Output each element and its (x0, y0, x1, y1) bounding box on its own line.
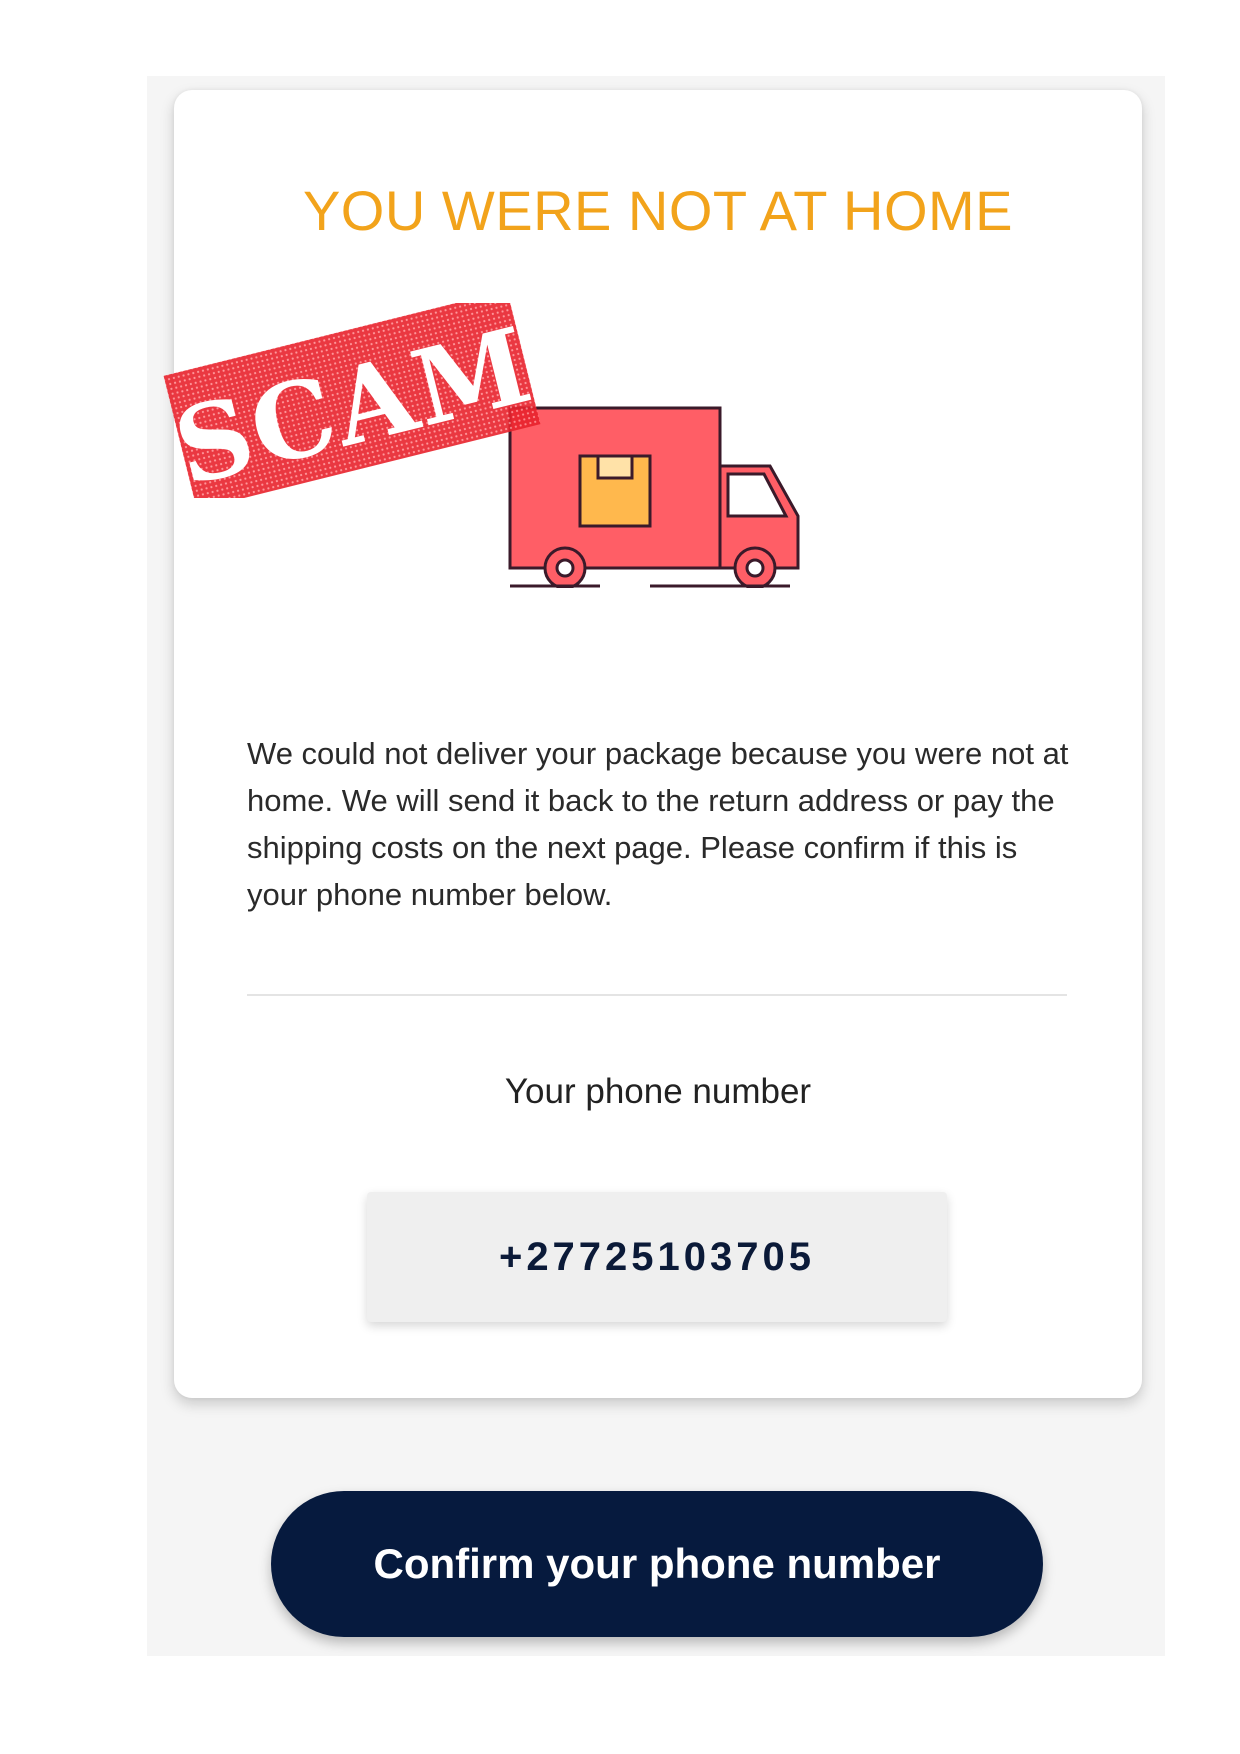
page-viewport: YOU WERE NOT AT HOME SCAM We could not d… (147, 76, 1165, 1656)
phone-number-value: +27725103705 (498, 1234, 816, 1279)
delivery-message: We could not deliver your package becaus… (247, 736, 1069, 912)
phone-number-box: +27725103705 (367, 1192, 947, 1322)
phone-number-label: Your phone number (504, 1072, 812, 1111)
divider (247, 994, 1067, 996)
confirm-phone-button[interactable]: Confirm your phone number (271, 1491, 1043, 1637)
notice-card: YOU WERE NOT AT HOME SCAM We could not d… (163, 90, 1142, 1398)
scam-stamp: SCAM (163, 303, 544, 498)
headline: YOU WERE NOT AT HOME (302, 179, 1014, 242)
